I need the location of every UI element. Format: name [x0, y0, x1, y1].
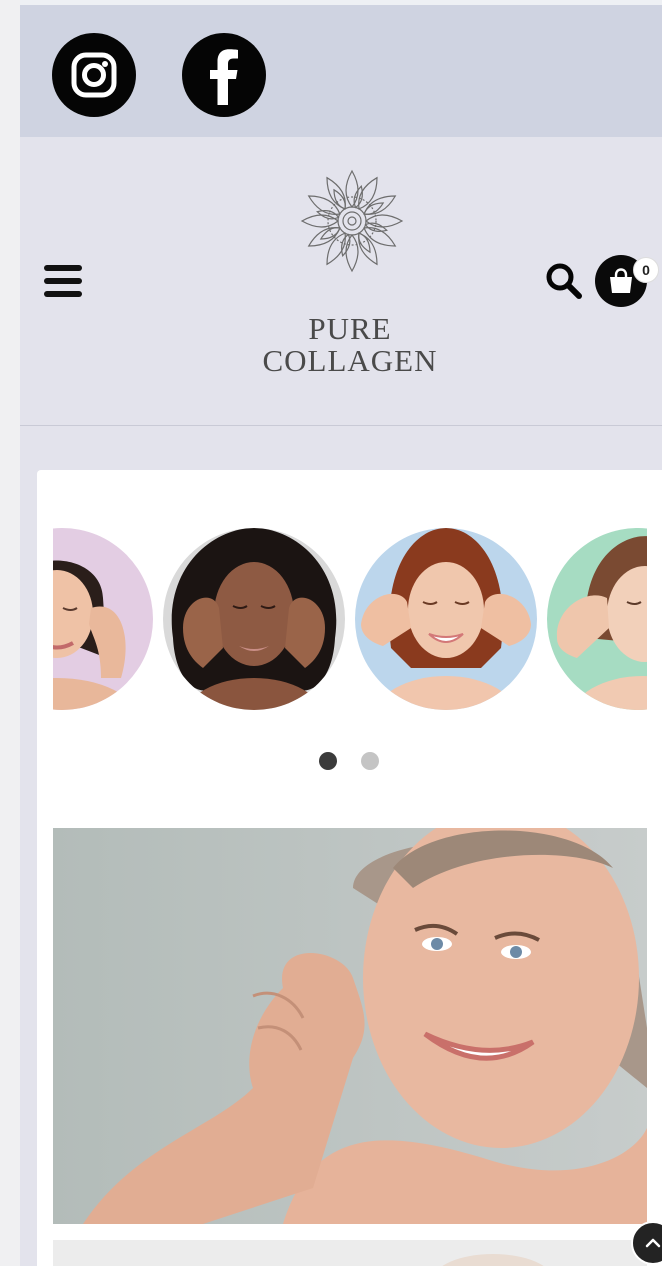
cart-count-badge: 0 [633, 257, 659, 283]
content-card [37, 470, 662, 1266]
carousel-dot-1[interactable] [319, 752, 337, 770]
carousel-image-2[interactable] [163, 528, 345, 710]
header-divider [20, 425, 662, 426]
social-bar [20, 5, 662, 137]
carousel-image-3[interactable] [355, 528, 537, 710]
search-icon[interactable] [544, 261, 584, 301]
page: PURE COLLAGEN 0 [20, 0, 662, 1266]
carousel-dot-2[interactable] [361, 752, 379, 770]
instagram-button[interactable] [52, 33, 136, 117]
facebook-icon [210, 49, 238, 105]
facebook-button[interactable] [182, 33, 266, 117]
brand-line-1: PURE [308, 311, 392, 346]
hero-image [53, 828, 647, 1224]
carousel-image-4[interactable] [547, 528, 647, 710]
portrait-carousel[interactable] [53, 528, 647, 710]
brand-name[interactable]: PURE COLLAGEN [170, 313, 530, 377]
carousel-image-1[interactable] [53, 528, 153, 710]
site-header: PURE COLLAGEN 0 [20, 137, 662, 425]
chevron-up-icon [645, 1238, 661, 1248]
carousel-pagination [319, 752, 383, 772]
mandala-logo-icon [300, 169, 404, 273]
instagram-icon [71, 52, 117, 98]
next-image-preview [53, 1240, 647, 1266]
shopping-bag-icon [610, 268, 632, 293]
menu-icon[interactable] [44, 265, 84, 299]
brand-line-2: COLLAGEN [262, 343, 438, 378]
